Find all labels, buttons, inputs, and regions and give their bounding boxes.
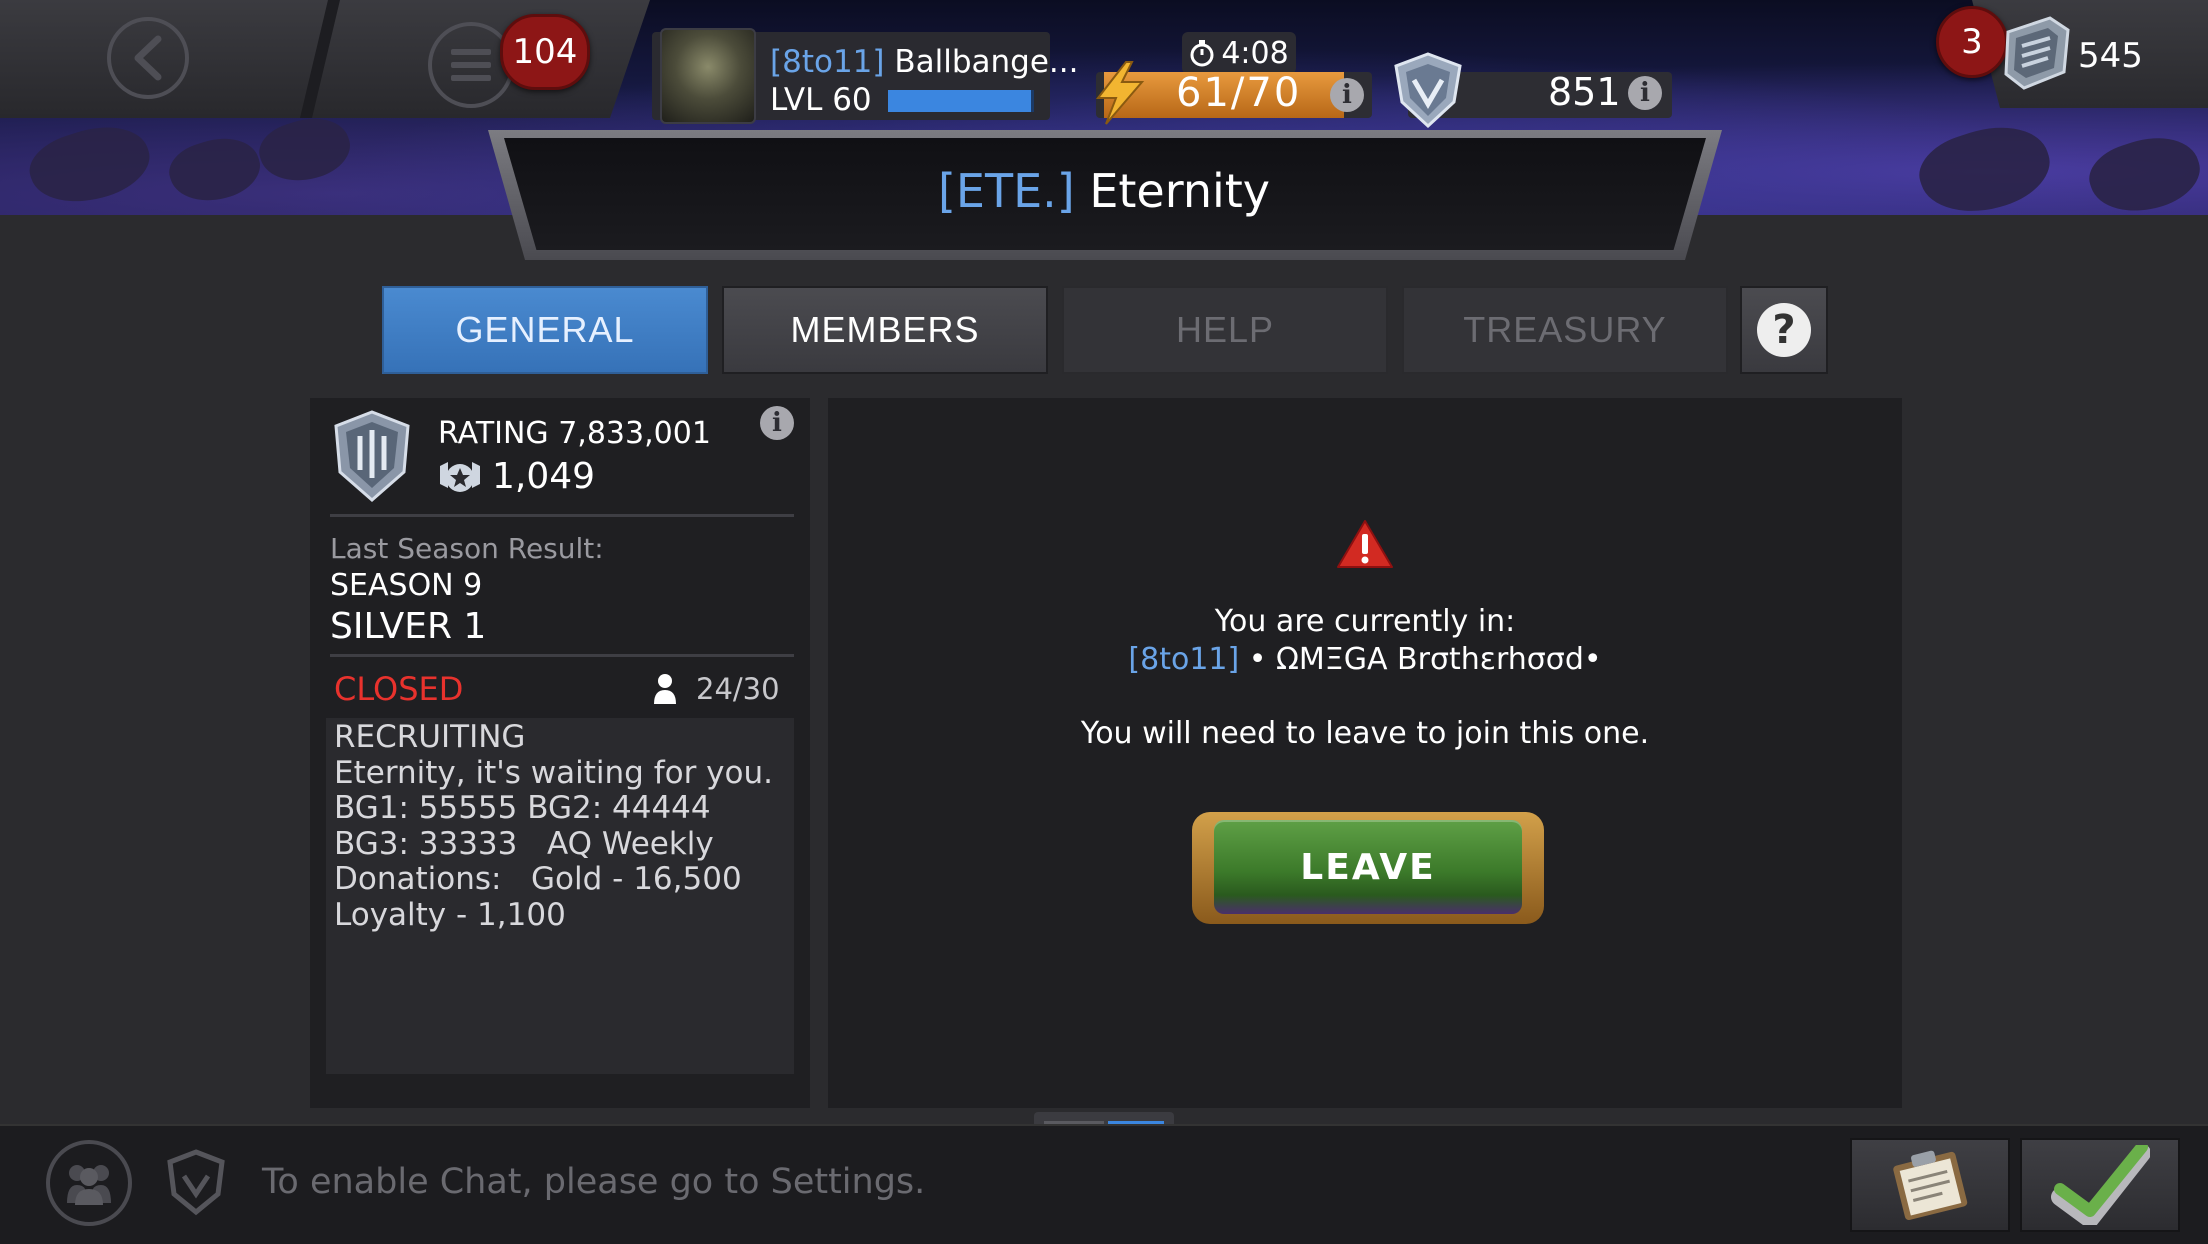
- alliance-points-value: 851: [1548, 70, 1621, 114]
- recruit-status: CLOSED: [334, 670, 464, 708]
- alliance-title: [ETE.] Eternity: [0, 164, 2208, 218]
- energy-timer: 4:08: [1182, 32, 1296, 74]
- question-mark-icon: ?: [1757, 303, 1811, 357]
- xp-bar: [888, 90, 1034, 112]
- quests-button[interactable]: [1850, 1138, 2010, 1232]
- help-button[interactable]: ?: [1740, 286, 1828, 374]
- alliance-tag: [ETE.]: [937, 164, 1075, 218]
- units-value: 545: [2078, 36, 2143, 76]
- last-season-name: SEASON 9: [330, 568, 483, 603]
- friends-icon: [67, 1165, 111, 1205]
- war-rating-icon: [440, 462, 480, 492]
- tab-help[interactable]: HELP: [1062, 286, 1388, 374]
- leave-button[interactable]: LEAVE: [1214, 820, 1522, 914]
- back-button[interactable]: [107, 17, 189, 99]
- lightning-bolt-icon: [1095, 61, 1145, 125]
- tab-treasury[interactable]: TREASURY: [1402, 286, 1728, 374]
- clipboard-icon: [1893, 1150, 1968, 1221]
- alliance-points-info-icon[interactable]: i: [1628, 76, 1662, 110]
- player-name-text: Ballbange...: [894, 44, 1079, 80]
- alliance-name: Eternity: [1089, 164, 1271, 218]
- completed-tasks-button[interactable]: [2020, 1138, 2180, 1232]
- last-season-label: Last Season Result:: [330, 532, 604, 565]
- units-crystal-icon: [2004, 16, 2070, 90]
- member-count: 24/30: [696, 672, 780, 706]
- alliance-chat-shield-icon[interactable]: [164, 1148, 228, 1216]
- current-alliance-label: You are currently in:: [1214, 604, 1516, 639]
- current-alliance: [8to11] • ΩMΞGA Brσthεrhσσd•: [828, 642, 1902, 677]
- current-alliance-name: • ΩMΞGA Brσthεrhσσd•: [1239, 642, 1602, 677]
- player-avatar[interactable]: [660, 28, 756, 124]
- energy-value: 61/70: [1176, 70, 1302, 116]
- current-alliance-tag: [8to11]: [1128, 642, 1240, 677]
- friends-button[interactable]: [46, 1140, 132, 1226]
- notification-badge: 104: [500, 14, 590, 90]
- checkmark-icon: [2051, 1145, 2150, 1225]
- alliance-war-score: 1,049: [492, 456, 596, 497]
- rating-info-icon[interactable]: i: [760, 406, 794, 440]
- warning-icon: [1337, 520, 1393, 568]
- divider: [330, 654, 794, 657]
- player-level: LVL 60: [770, 82, 872, 118]
- player-name: [8to11] Ballbange...: [770, 44, 1078, 80]
- chat-disabled-message: To enable Chat, please go to Settings.: [262, 1162, 926, 1202]
- stopwatch-icon: [1190, 40, 1214, 67]
- alliance-rank-icon: [334, 410, 410, 502]
- last-season-tier: SILVER 1: [330, 606, 487, 647]
- hamburger-menu-icon: [451, 49, 491, 81]
- divider: [330, 514, 794, 517]
- chevron-left-icon: [134, 35, 162, 81]
- join-notice-panel: [828, 398, 1902, 1108]
- person-icon: [654, 674, 676, 704]
- player-alliance-tag: [8to11]: [770, 44, 885, 80]
- alliance-shield-icon: [1394, 52, 1462, 129]
- tab-members[interactable]: MEMBERS: [722, 286, 1048, 374]
- energy-info-icon[interactable]: i: [1330, 78, 1364, 112]
- tab-general[interactable]: GENERAL: [382, 286, 708, 374]
- alliance-description: RECRUITING Eternity, it's waiting for yo…: [334, 719, 773, 933]
- alliance-rating: RATING 7,833,001: [438, 416, 711, 451]
- leave-instruction: You will need to leave to join this one.: [1080, 716, 1650, 751]
- energy-timer-text: 4:08: [1221, 35, 1289, 71]
- xp-bar-fill: [888, 90, 1032, 112]
